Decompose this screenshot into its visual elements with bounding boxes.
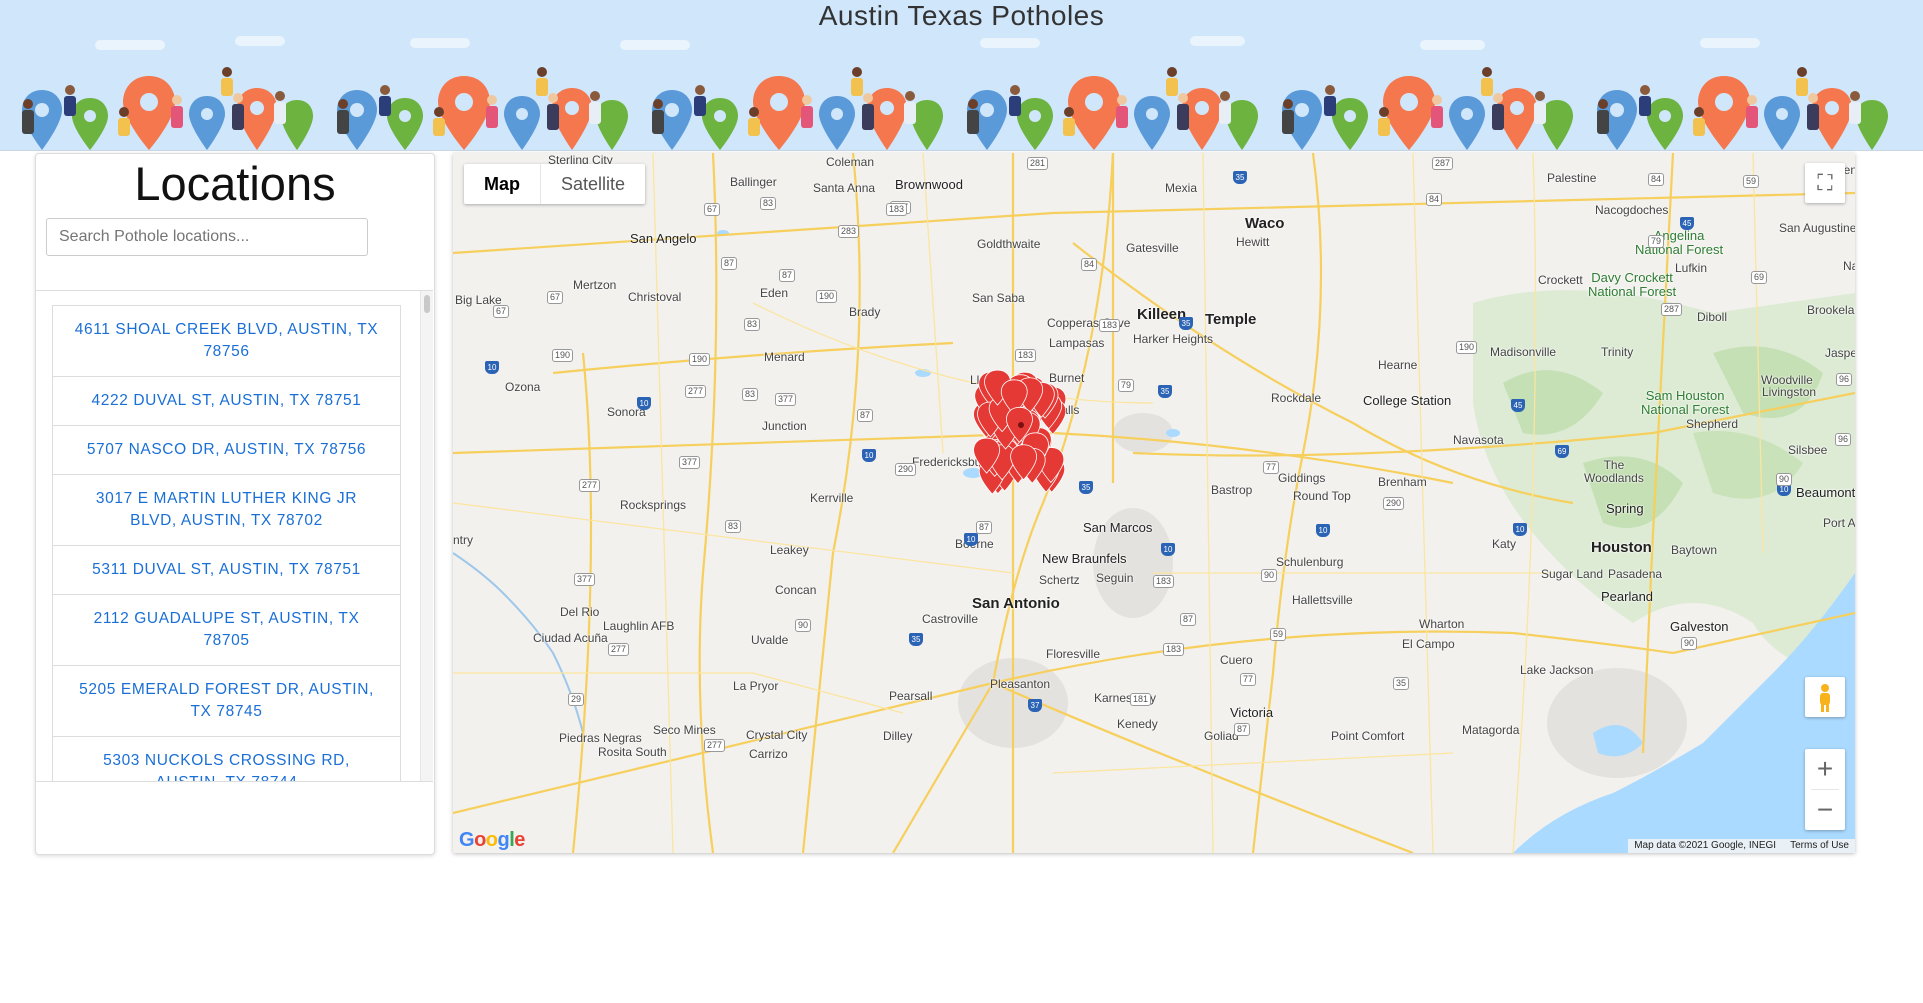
map-canvas[interactable]: Sterling City Coleman Ballinger Santa An… <box>453 153 1855 853</box>
scrollbar-thumb[interactable] <box>424 295 430 313</box>
search-input[interactable] <box>46 218 368 256</box>
cloud <box>1700 38 1760 48</box>
zoom-control: + − <box>1805 749 1845 830</box>
map-attribution: Map data ©2021 Google, INEGI Terms of Us… <box>1628 839 1855 853</box>
list-item[interactable]: 2112 GUADALUPE ST, AUSTIN, TX 78705 <box>52 595 401 666</box>
cloud <box>1420 40 1485 50</box>
locations-panel: Locations 4611 SHOAL CREEK BLVD, AUSTIN,… <box>35 153 435 855</box>
fullscreen-icon: ⛶ <box>1817 170 1833 195</box>
map-type-satellite-button[interactable]: Satellite <box>541 164 645 204</box>
map-data-credit: Map data ©2021 Google, INEGI <box>1634 840 1777 851</box>
locations-list-container: 4611 SHOAL CREEK BLVD, AUSTIN, TX 78756 … <box>36 290 433 782</box>
map-type-control: Map Satellite <box>464 164 646 204</box>
locations-list: 4611 SHOAL CREEK BLVD, AUSTIN, TX 78756 … <box>52 305 401 781</box>
list-item[interactable]: 5303 NUCKOLS CROSSING RD, AUSTIN, TX 787… <box>52 737 401 781</box>
cloud <box>1190 36 1245 46</box>
list-item[interactable]: 5311 DUVAL ST, AUSTIN, TX 78751 <box>52 546 401 595</box>
google-logo[interactable]: Google <box>459 829 525 852</box>
page-title: Austin Texas Potholes <box>818 0 1105 31</box>
zoom-out-button[interactable]: − <box>1805 790 1845 830</box>
terms-of-use-link[interactable]: Terms of Use <box>1790 839 1849 853</box>
list-item[interactable]: 4222 DUVAL ST, AUSTIN, TX 78751 <box>52 377 401 426</box>
locations-heading: Locations <box>134 157 336 210</box>
cloud <box>410 38 470 48</box>
header-banner: Austin Texas Potholes <box>0 0 1923 151</box>
marker-center-dot <box>1018 422 1024 428</box>
list-item[interactable]: 4611 SHOAL CREEK BLVD, AUSTIN, TX 78756 <box>52 305 401 377</box>
cloud <box>235 36 285 46</box>
list-item[interactable]: 5707 NASCO DR, AUSTIN, TX 78756 <box>52 426 401 475</box>
zoom-in-button[interactable]: + <box>1805 749 1845 789</box>
cloud <box>980 38 1040 48</box>
list-item[interactable]: 5205 EMERALD FOREST DR, AUSTIN, TX 78745 <box>52 666 401 737</box>
cloud <box>95 40 165 50</box>
list-item[interactable]: 3017 E MARTIN LUTHER KING JR BLVD, AUSTI… <box>52 475 401 546</box>
map-type-map-button[interactable]: Map <box>464 164 541 204</box>
list-scrollbar[interactable] <box>420 291 433 781</box>
cloud <box>620 40 690 50</box>
fullscreen-button[interactable]: ⛶ <box>1805 163 1845 203</box>
pothole-markers-layer <box>973 369 1067 495</box>
street-view-pegman-button[interactable] <box>1805 677 1845 717</box>
banner-illustration <box>22 67 1888 150</box>
pegman-icon <box>1820 684 1830 712</box>
